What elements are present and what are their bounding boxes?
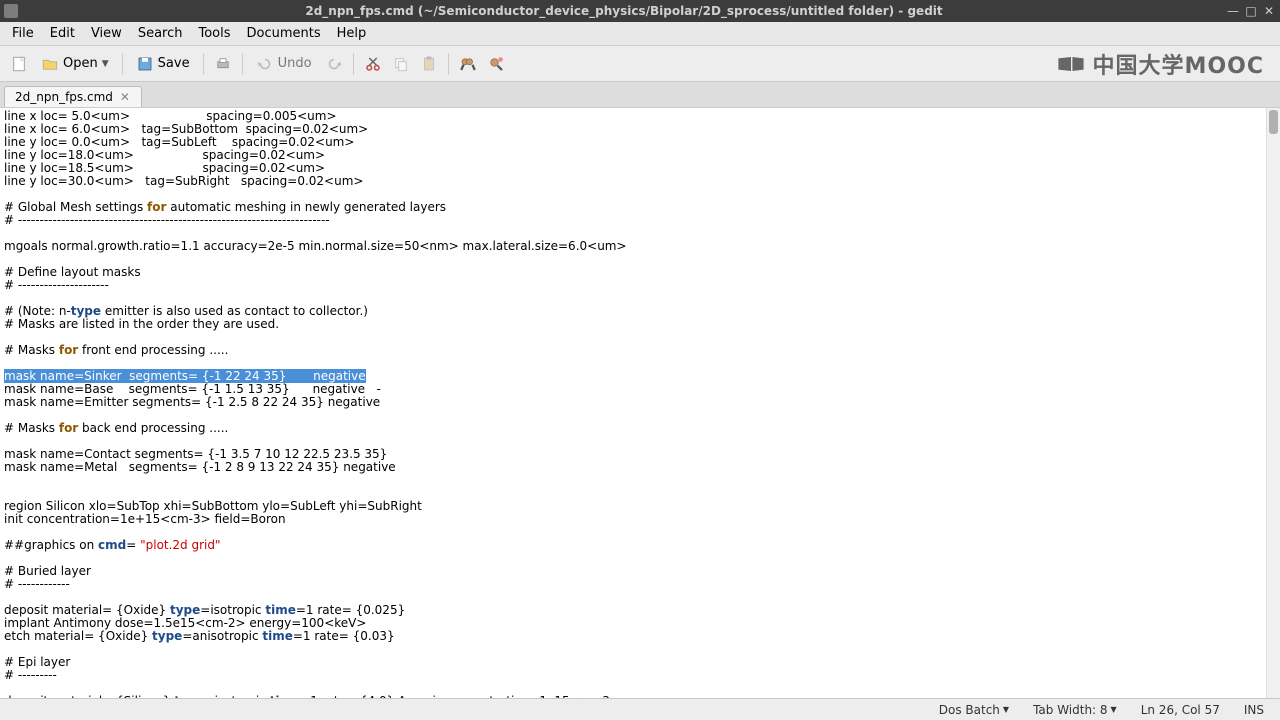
cut-button[interactable] — [360, 51, 386, 77]
tab-close-icon[interactable]: ✕ — [119, 91, 131, 103]
code-content[interactable]: line x loc= 5.0<um> spacing=0.005<um> li… — [0, 108, 1266, 698]
status-tabwidth[interactable]: Tab Width: 8▼ — [1027, 703, 1123, 717]
open-button[interactable]: Open ▼ — [34, 51, 116, 77]
titlebar: 2d_npn_fps.cmd (~/Semiconductor_device_p… — [0, 0, 1280, 22]
print-button[interactable] — [210, 51, 236, 77]
menu-edit[interactable]: Edit — [42, 24, 83, 43]
menu-help[interactable]: Help — [329, 24, 375, 43]
tab-label: 2d_npn_fps.cmd — [15, 90, 113, 104]
scrollbar[interactable] — [1266, 108, 1280, 698]
open-label: Open — [63, 56, 98, 71]
copy-button[interactable] — [388, 51, 414, 77]
replace-button[interactable] — [483, 51, 509, 77]
watermark: 中国大学MOOC — [1057, 48, 1264, 80]
tabbar: 2d_npn_fps.cmd ✕ — [0, 82, 1280, 108]
find-button[interactable] — [455, 51, 481, 77]
status-position: Ln 26, Col 57 — [1135, 703, 1226, 717]
save-label: Save — [158, 56, 190, 71]
toolbar: Open ▼ Save Undo 中国大学MOOC — [0, 46, 1280, 82]
separator — [122, 53, 123, 75]
undo-label: Undo — [278, 56, 312, 71]
chevron-down-icon: ▼ — [1003, 705, 1009, 714]
redo-button[interactable] — [321, 51, 347, 77]
app-icon — [4, 4, 18, 18]
separator — [242, 53, 243, 75]
undo-button[interactable]: Undo — [249, 51, 319, 77]
save-button[interactable]: Save — [129, 51, 197, 77]
chevron-down-icon: ▼ — [1111, 705, 1117, 714]
separator — [203, 53, 204, 75]
menu-documents[interactable]: Documents — [239, 24, 329, 43]
selected-line: mask name=Sinker segments= {-1 22 24 35}… — [4, 369, 366, 383]
status-language[interactable]: Dos Batch▼ — [933, 703, 1015, 717]
scrollbar-thumb[interactable] — [1269, 110, 1278, 134]
menu-tools[interactable]: Tools — [190, 24, 238, 43]
file-tab[interactable]: 2d_npn_fps.cmd ✕ — [4, 86, 142, 107]
maximize-icon[interactable]: □ — [1244, 4, 1258, 18]
minimize-icon[interactable]: — — [1226, 4, 1240, 18]
editor[interactable]: line x loc= 5.0<um> spacing=0.005<um> li… — [0, 108, 1280, 698]
status-insert-mode[interactable]: INS — [1238, 703, 1270, 717]
close-icon[interactable]: ✕ — [1262, 4, 1276, 18]
window-title: 2d_npn_fps.cmd (~/Semiconductor_device_p… — [26, 4, 1222, 18]
statusbar: Dos Batch▼ Tab Width: 8▼ Ln 26, Col 57 I… — [0, 698, 1280, 720]
separator — [353, 53, 354, 75]
paste-button[interactable] — [416, 51, 442, 77]
menu-file[interactable]: File — [4, 24, 42, 43]
menu-search[interactable]: Search — [130, 24, 191, 43]
chevron-down-icon: ▼ — [102, 59, 109, 69]
watermark-icon — [1057, 55, 1085, 73]
separator — [448, 53, 449, 75]
menu-view[interactable]: View — [83, 24, 130, 43]
new-button[interactable] — [6, 51, 32, 77]
menubar: File Edit View Search Tools Documents He… — [0, 22, 1280, 46]
watermark-text: 中国大学MOOC — [1093, 48, 1264, 80]
